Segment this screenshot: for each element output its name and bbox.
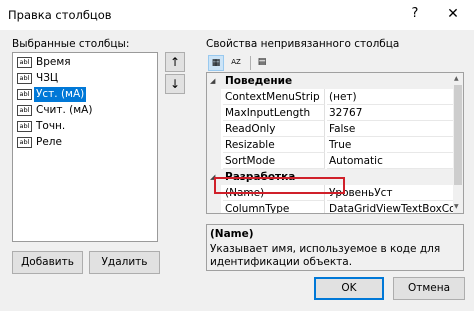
properties-label: Свойства непривязанного столбца [206, 38, 400, 50]
property-toolbar: ▦ AZ ▤ [206, 55, 464, 71]
title-bar: Правка столбцов ? ✕ [0, 0, 474, 30]
categorized-icon[interactable]: ▦ [208, 55, 224, 71]
text-column-icon: abl [17, 73, 32, 84]
property-row[interactable]: SortMode Automatic [207, 153, 453, 169]
scroll-down-icon[interactable]: ▼ [454, 203, 459, 210]
text-column-icon: abl [17, 105, 32, 116]
list-item-rele[interactable]: abl Реле [15, 135, 155, 150]
ok-button[interactable]: OK [314, 277, 384, 300]
property-value[interactable]: Automatic [327, 153, 453, 169]
window-title: Правка столбцов [8, 8, 112, 22]
close-button[interactable]: ✕ [440, 4, 466, 24]
scroll-up-icon[interactable]: ▲ [454, 75, 459, 82]
help-button[interactable]: ? [404, 4, 426, 24]
text-column-icon: abl [17, 137, 32, 148]
property-value[interactable]: False [327, 121, 453, 137]
toolbar-separator [250, 56, 251, 70]
text-column-icon: abl [17, 57, 32, 68]
column-name: Реле [36, 136, 62, 148]
column-name: ЧЗЦ [36, 72, 59, 84]
property-name: Resizable [223, 137, 325, 153]
property-name: ColumnType [223, 201, 325, 213]
property-row[interactable]: ReadOnly False [207, 121, 453, 137]
text-column-icon: abl [17, 121, 32, 132]
column-name: Счит. (мА) [36, 104, 93, 116]
scroll-thumb[interactable] [454, 85, 462, 185]
list-item-vremya[interactable]: abl Время [15, 55, 155, 70]
description-text: Указывает имя, используемое в коде для и… [210, 243, 441, 268]
list-item-schit[interactable]: abl Счит. (мА) [15, 103, 155, 118]
column-name: Точн. [36, 120, 66, 132]
property-name: ContextMenuStrip [223, 89, 325, 105]
property-name: ReadOnly [223, 121, 325, 137]
move-down-button[interactable]: ↓ [165, 74, 185, 94]
cancel-button[interactable]: Отмена [393, 277, 465, 300]
arrow-up-icon: ↑ [169, 55, 181, 69]
property-value[interactable]: УровеньУст [327, 185, 453, 201]
collapse-icon[interactable]: ◢ [210, 77, 215, 85]
property-pages-icon[interactable]: ▤ [254, 55, 270, 71]
alphabetical-icon[interactable]: AZ [228, 55, 244, 71]
description-panel: (Name) Указывает имя, используемое в код… [206, 224, 464, 271]
property-name: MaxInputLength [223, 105, 325, 121]
selected-columns-label: Выбранные столбцы: [12, 38, 130, 50]
arrow-down-icon: ↓ [169, 77, 181, 91]
property-row[interactable]: Resizable True [207, 137, 453, 153]
remove-button[interactable]: Удалить [89, 251, 160, 274]
property-value[interactable]: (нет) [327, 89, 453, 105]
property-row[interactable]: MaxInputLength 32767 [207, 105, 453, 121]
property-name: SortMode [223, 153, 325, 169]
description-title: (Name) [210, 228, 254, 240]
list-item-ust[interactable]: abl Уст. (мА) [15, 87, 155, 102]
property-row[interactable]: ContextMenuStrip (нет) [207, 89, 453, 105]
column-name: Время [36, 56, 71, 68]
vertical-scrollbar[interactable]: ▲ ▼ [453, 73, 463, 213]
list-item-chzts[interactable]: abl ЧЗЦ [15, 71, 155, 86]
column-name: Уст. (мА) [34, 87, 87, 102]
property-row[interactable]: ColumnType DataGridViewTextBoxColum [207, 201, 453, 213]
category-behavior[interactable]: ◢ Поведение [207, 73, 453, 89]
category-label: Поведение [225, 75, 293, 87]
name-property-highlight [214, 177, 345, 194]
selected-columns-list[interactable]: abl Время abl ЧЗЦ abl Уст. (мА) abl Счит… [12, 52, 158, 242]
text-column-icon: abl [17, 89, 32, 100]
list-item-tochn[interactable]: abl Точн. [15, 119, 155, 134]
add-button[interactable]: Добавить [12, 251, 83, 274]
property-value[interactable]: 32767 [327, 105, 453, 121]
property-value[interactable]: DataGridViewTextBoxColum [327, 201, 453, 213]
move-up-button[interactable]: ↑ [165, 52, 185, 72]
property-value[interactable]: True [327, 137, 453, 153]
